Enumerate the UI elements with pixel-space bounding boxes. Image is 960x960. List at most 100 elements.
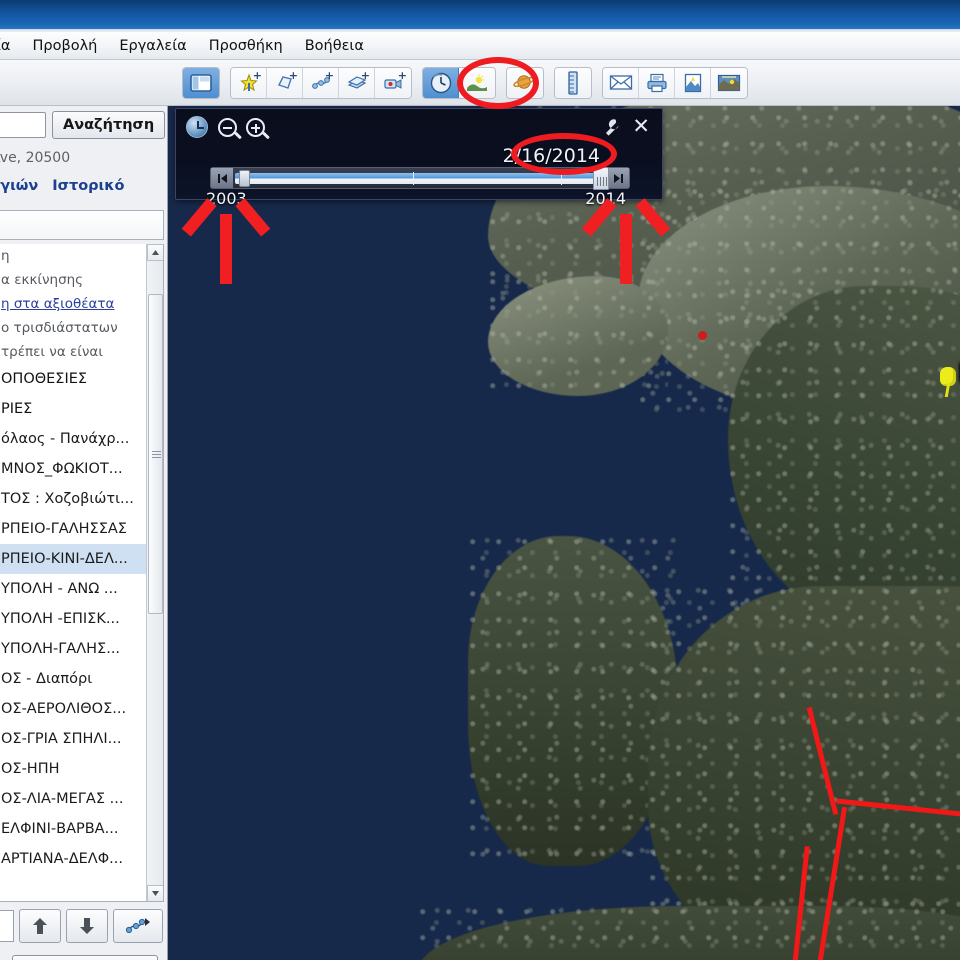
historical-imagery-clock-icon[interactable] [423,67,459,98]
move-up-button[interactable] [19,909,61,943]
list-item[interactable]: ΑΡΤΙΑΝΑ-ΔΕΛΦ... [0,844,163,874]
landmass-southwest-cape [468,536,678,866]
add-image-overlay-icon[interactable]: + [339,67,375,98]
list-item[interactable]: η στα αξιοθέατα [0,292,163,316]
address-result-text: a Ave, 20500 [0,150,71,166]
move-down-button[interactable] [66,909,108,943]
landmass-peninsula-mid [488,276,668,396]
add-polygon-icon[interactable]: + [267,67,303,98]
add-placemark-icon[interactable]: + [231,67,267,98]
toolbar-group-view [182,66,220,99]
sidebar-link-directions[interactable]: οδηγιών [0,178,38,194]
list-item[interactable]: ΥΠΟΛΗ - ΑΝΩ ... [0,574,163,604]
landmass-southeast [648,586,960,960]
plus-badge: + [397,68,407,82]
menu-prosthiki[interactable]: Προσθήκη [198,35,294,57]
scrollbar-thumb[interactable] [148,294,163,614]
annotation-arrow-end-year [581,196,671,291]
land-texture [468,536,678,866]
map-red-dot-marker[interactable] [698,331,707,340]
save-image-icon[interactable] [675,67,711,98]
step-back-icon[interactable] [211,168,233,188]
annotation-ellipse-date [511,133,617,175]
list-item[interactable]: ΡΠΕΙΟ-ΓΑΛΗΣΣΑΣ [0,514,163,544]
menu-provoli[interactable]: Προβολή [21,35,108,57]
ruler-icon[interactable] [555,67,591,98]
menu-archeio[interactable]: ία [0,35,21,57]
scroll-down-arrow-icon[interactable] [147,885,163,901]
list-item[interactable]: ΟΠΟΘΕΣΙΕΣ [0,364,163,394]
annotation-ellipse-clock-button [457,57,539,109]
annotation-arrow-start-year [181,196,271,291]
scroll-up-arrow-icon[interactable] [147,244,163,261]
list-item[interactable]: ΥΠΟΛΗ -ΕΠΙΣΚ... [0,604,163,634]
list-item[interactable]: ΤΟΣ : Χοζοβιώτι... [0,484,163,514]
arrow-down-icon [80,918,94,934]
list-item[interactable]: ΟΣ - Διαπόρι [0,664,163,694]
land-texture [488,276,668,396]
plus-badge: + [324,68,334,82]
list-item[interactable]: α εκκίνησης [0,268,163,292]
gallery-row: Gallery Earth » [0,952,180,960]
list-item[interactable]: ΥΠΟΛΗ-ΓΑΛΗΣ... [0,634,163,664]
step-forward-icon[interactable] [607,168,629,188]
list-item-selected[interactable]: ΡΠΕΙΟ-ΚΙΝΙ-ΔΕΛ... [0,544,163,574]
landmass-south-strip [418,906,960,960]
search-row: Αναζήτηση [0,108,166,142]
print-icon[interactable] [639,67,675,98]
menu-bar: ία Προβολή Εργαλεία Προσθήκη Βοήθεια [0,32,960,60]
list-item[interactable]: ΜΝΟΣ_ΦΩΚΙΟΤ... [0,454,163,484]
landmass-east [728,286,960,626]
sidebar-links: οδηγιών Ιστορικό [0,178,180,194]
places-list[interactable]: η α εκκίνησης η στα αξιοθέατα ο τρισδιάσ… [0,244,164,902]
arrow-up-icon [33,918,47,934]
add-path-icon[interactable]: + [303,67,339,98]
list-item[interactable]: ΟΣ-ΑΕΡΟΛΙΘΟΣ... [0,694,163,724]
scrollbar-grip-icon [152,451,161,458]
land-texture [728,286,960,626]
map-pin-varvarousa[interactable] [939,367,957,397]
plus-badge: + [360,68,370,82]
track-tick [412,171,415,185]
bottom-blank-field [0,910,14,942]
list-item[interactable]: ΟΣ-ΗΠΗ [0,754,163,784]
list-item[interactable]: ΟΣ-ΛΙΑ-ΜΕΓΑΣ ... [0,784,163,814]
list-item[interactable]: ο τρισδιάστατων [0,316,163,340]
places-scrollbar[interactable] [146,244,163,901]
places-bottom-controls [0,906,172,946]
view-in-maps-icon[interactable] [711,67,747,98]
list-item[interactable]: τρέπει να είναι [0,340,163,364]
list-item[interactable]: ΡΙΕΣ [0,394,163,424]
map-viewport[interactable]: Βαρβαρούσα Ormos Aeto Δελφίνι [168,106,960,960]
list-item[interactable]: η [0,244,163,268]
toolbar-group-ruler [554,66,592,99]
list-item[interactable]: ΟΣ-ΓΡΙΑ ΣΠΗΛΙ... [0,724,163,754]
email-icon[interactable] [603,67,639,98]
list-item[interactable]: ΕΛΦΙΝΙ-ΒΑΡΒΑ... [0,814,163,844]
sidebar-panel-icon[interactable] [183,67,219,98]
plus-badge: + [252,68,262,82]
search-button[interactable]: Αναζήτηση [52,111,166,139]
close-icon[interactable]: ✕ [632,116,650,137]
list-item[interactable]: όλαος - Πανάχρ... [0,424,163,454]
land-texture [648,586,960,960]
play-tour-button[interactable] [113,909,163,943]
menu-ergaleia[interactable]: Εργαλεία [108,35,197,57]
plus-badge: + [288,68,298,82]
search-input[interactable] [0,112,46,138]
wrench-icon[interactable] [602,117,622,137]
tour-path-icon [125,918,150,934]
sidebar-panel: Αναζήτηση a Ave, 20500 οδηγιών Ιστορικό … [0,106,168,960]
places-panel-header [0,210,164,240]
menu-voitheia[interactable]: Βοήθεια [294,35,375,57]
toolbar-group-share [602,66,748,99]
historical-clock-icon [186,116,208,138]
zoom-in-icon[interactable] [246,118,270,140]
zoom-out-icon[interactable] [218,118,242,140]
sidebar-link-history[interactable]: Ιστορικό [52,178,124,194]
land-texture [418,906,960,960]
record-tour-icon[interactable]: + [375,67,411,98]
toolbar-group-add: + + + + + [230,66,412,99]
gallery-earth-button[interactable]: Gallery Earth » [12,955,158,960]
time-slider-range-start-handle[interactable] [238,169,250,187]
